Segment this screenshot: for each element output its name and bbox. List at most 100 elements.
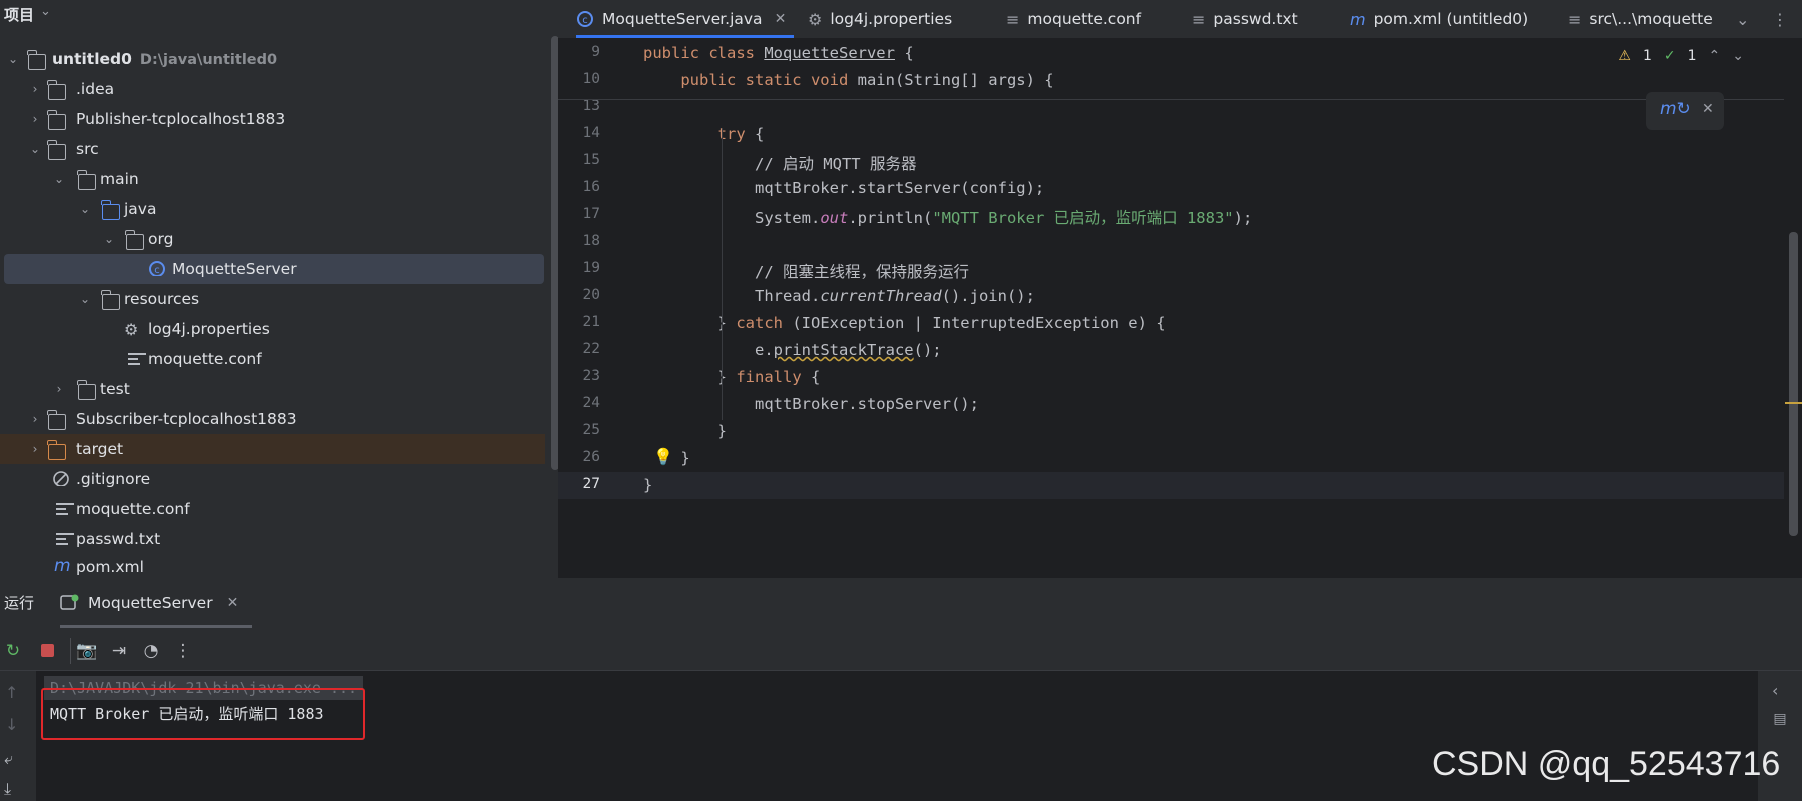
folder-icon bbox=[77, 170, 96, 190]
line-number: 21 bbox=[582, 314, 600, 330]
close-icon[interactable]: ✕ bbox=[775, 11, 787, 27]
tree-item-label: passwd.txt bbox=[76, 530, 161, 548]
chevron-down-icon[interactable]: ⌄ bbox=[40, 4, 51, 19]
arrow-up-icon[interactable]: ↑ bbox=[5, 683, 18, 702]
code-line: 27 } bbox=[558, 472, 1784, 499]
chevron-right-icon[interactable]: › bbox=[28, 412, 42, 426]
svg-text:c: c bbox=[582, 15, 588, 26]
tree-item-pom[interactable]: m pom.xml bbox=[0, 554, 545, 578]
tree-item-java[interactable]: ⌄ java bbox=[0, 194, 545, 224]
code-line: 18 bbox=[558, 229, 1784, 256]
run-panel-title: 运行 bbox=[4, 594, 35, 612]
tree-item-moquetteserver[interactable]: c MoquetteServer bbox=[4, 254, 544, 284]
tab-run-moquetteserver[interactable]: MoquetteServer ✕ bbox=[60, 582, 252, 628]
tab-overflow-button[interactable]: ⌄ bbox=[1736, 0, 1757, 38]
tree-item-untitled0[interactable]: ⌄ untitled0 D:\java\untitled0 bbox=[0, 44, 545, 74]
tab-label: src\...\moquette bbox=[1589, 10, 1713, 28]
code-line: 24 mqttBroker.stopServer(); bbox=[558, 391, 1784, 418]
gear-icon: ⚙ bbox=[124, 320, 139, 339]
line-number: 27 bbox=[582, 476, 600, 492]
more-vertical-icon[interactable]: ⋮ bbox=[172, 640, 194, 662]
more-options-button[interactable]: ⋮ bbox=[1772, 0, 1796, 38]
code-line: 10 public static void main(String[] args… bbox=[558, 67, 1784, 94]
tree-item-gitignore[interactable]: .gitignore bbox=[0, 464, 545, 494]
java-class-icon: c bbox=[149, 261, 165, 276]
chevron-right-icon[interactable]: › bbox=[52, 382, 66, 396]
tab-src-moquette[interactable]: ≡ src\...\moquette bbox=[1568, 0, 1713, 38]
text-file-icon bbox=[56, 533, 74, 549]
exit-icon[interactable]: ⇥ bbox=[108, 640, 130, 662]
code-line: 15 // 启动 MQTT 服务器 bbox=[558, 148, 1784, 175]
tree-item-org[interactable]: ⌄ org bbox=[0, 224, 545, 254]
folder-icon bbox=[77, 380, 96, 400]
close-icon[interactable]: ✕ bbox=[227, 595, 239, 611]
chevron-right-icon[interactable]: › bbox=[28, 112, 42, 126]
tree-item-label: target bbox=[76, 440, 124, 458]
close-icon[interactable]: ✕ bbox=[1702, 101, 1714, 117]
editor-tab-bar: c MoquetteServer.java ✕ ⚙ log4j.properti… bbox=[558, 0, 1802, 39]
chevron-down-icon[interactable]: ⌄ bbox=[78, 292, 92, 306]
tree-item-passwd[interactable]: passwd.txt bbox=[0, 524, 545, 554]
chevron-down-icon[interactable]: ⌄ bbox=[28, 142, 42, 156]
project-panel-header[interactable]: 项目 ⌄ bbox=[0, 0, 558, 30]
tab-passwd-txt[interactable]: ≡ passwd.txt bbox=[1192, 0, 1298, 38]
chevron-down-icon[interactable]: ⌄ bbox=[52, 172, 66, 186]
rerun-icon[interactable]: ↻ bbox=[2, 640, 24, 662]
code-editor[interactable]: 9 public class MoquetteServer { 10 publi… bbox=[558, 38, 1802, 578]
line-number: 23 bbox=[582, 368, 600, 384]
tab-moquette-conf[interactable]: ≡ moquette.conf bbox=[1006, 0, 1141, 38]
chevron-down-icon[interactable]: ⌄ bbox=[102, 232, 116, 246]
tree-item-idea[interactable]: › .idea bbox=[0, 74, 545, 104]
check-icon: ✓ bbox=[1663, 48, 1676, 64]
tree-item-target[interactable]: › target bbox=[0, 434, 545, 464]
line-number: 9 bbox=[591, 44, 600, 60]
code-line: 22 e.printStackTrace(); bbox=[558, 337, 1784, 364]
arrow-down-icon[interactable]: ↓ bbox=[5, 715, 18, 734]
stop-button[interactable] bbox=[36, 640, 58, 662]
tree-item-publisher[interactable]: › Publisher-tcplocalhost1883 bbox=[0, 104, 545, 134]
tree-item-src[interactable]: ⌄ src bbox=[0, 134, 545, 164]
code-line: 21 } catch (IOException | InterruptedExc… bbox=[558, 310, 1784, 337]
ignore-file-icon bbox=[53, 471, 69, 486]
chevron-left-icon[interactable]: ‹ bbox=[1772, 681, 1778, 700]
tree-item-test[interactable]: › test bbox=[0, 374, 545, 404]
line-number: 24 bbox=[582, 395, 600, 411]
tree-item-resources[interactable]: ⌄ resources bbox=[0, 284, 545, 314]
tool-window-icon[interactable]: ▤ bbox=[1772, 711, 1788, 727]
tree-item-moquette-conf-root[interactable]: moquette.conf bbox=[0, 494, 545, 524]
profiler-icon[interactable]: ◔ bbox=[140, 640, 162, 662]
tab-log4j-properties[interactable]: ⚙ log4j.properties bbox=[808, 0, 952, 38]
tree-item-label: resources bbox=[124, 290, 200, 308]
chevron-down-icon[interactable]: ⌄ bbox=[6, 52, 20, 66]
camera-icon[interactable]: 📷 bbox=[76, 640, 98, 662]
warning-marker[interactable] bbox=[1785, 402, 1802, 404]
tree-item-subscriber[interactable]: › Subscriber-tcplocalhost1883 bbox=[0, 404, 545, 434]
editor-scrollbar[interactable] bbox=[1789, 232, 1798, 536]
tab-label: pom.xml (untitled0) bbox=[1373, 10, 1529, 28]
tree-item-label: untitled0 D:\java\untitled0 bbox=[52, 50, 278, 68]
chevron-down-icon[interactable]: ⌄ bbox=[78, 202, 92, 216]
chevron-right-icon[interactable]: › bbox=[28, 82, 42, 96]
tree-item-moquette-conf[interactable]: moquette.conf bbox=[0, 344, 545, 374]
soft-wrap-icon[interactable]: ⤶ bbox=[4, 749, 13, 769]
tab-moquetteserver-java[interactable]: c MoquetteServer.java ✕ bbox=[576, 0, 795, 38]
chevron-up-icon[interactable]: ⌃ bbox=[1709, 48, 1721, 64]
chevron-down-icon[interactable]: ⌄ bbox=[1732, 48, 1744, 64]
package-icon bbox=[125, 230, 144, 250]
inspection-widget[interactable]: ⚠ 1 ✓ 1 ⌃ ⌄ bbox=[1618, 48, 1744, 64]
tree-item-label: Publisher-tcplocalhost1883 bbox=[76, 110, 286, 128]
tree-item-log4j[interactable]: ⚙ log4j.properties bbox=[0, 314, 545, 344]
maven-reload-icon[interactable]: m↻ bbox=[1660, 99, 1691, 119]
chevron-right-icon[interactable]: › bbox=[28, 442, 42, 456]
lightbulb-icon[interactable]: 💡 bbox=[653, 447, 673, 466]
tree-item-label: moquette.conf bbox=[148, 350, 262, 368]
code-text: try { bbox=[717, 125, 765, 143]
line-number: 25 bbox=[582, 422, 600, 438]
warning-count: 1 bbox=[1642, 48, 1652, 64]
line-number: 14 bbox=[582, 125, 600, 141]
tree-item-main[interactable]: ⌄ main bbox=[0, 164, 545, 194]
maven-icon: m bbox=[1350, 9, 1366, 29]
scroll-to-end-icon[interactable]: ⤓ bbox=[4, 779, 11, 799]
svg-text:c: c bbox=[154, 265, 160, 276]
tab-pom-xml[interactable]: m pom.xml (untitled0) bbox=[1350, 0, 1528, 38]
